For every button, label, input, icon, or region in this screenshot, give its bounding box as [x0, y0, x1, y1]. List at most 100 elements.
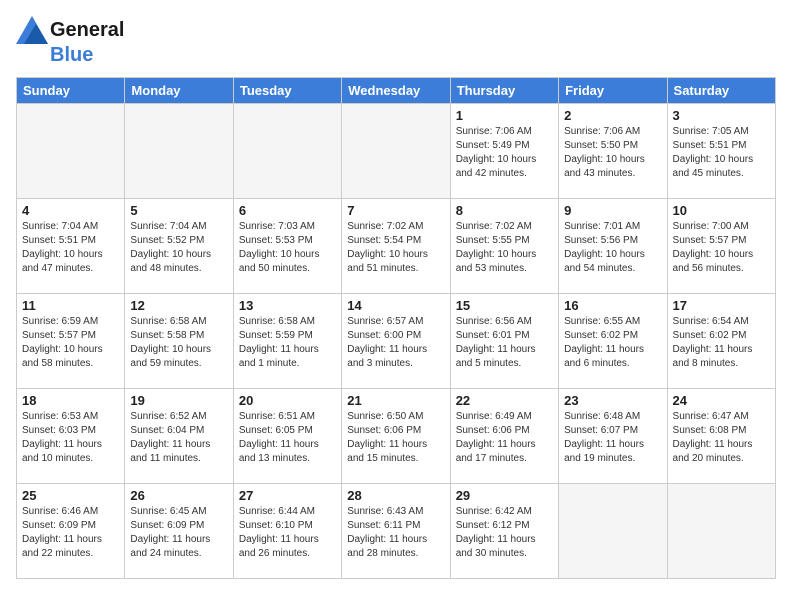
calendar-cell: 14 Sunrise: 6:57 AMSunset: 6:00 PMDayligh…: [342, 294, 450, 389]
calendar-cell: [17, 104, 125, 199]
day-info: Sunrise: 6:48 AMSunset: 6:07 PMDaylight:…: [564, 410, 661, 466]
calendar-cell: 10 Sunrise: 7:00 AMSunset: 5:57 PMDayligh…: [667, 199, 775, 294]
day-number: 10: [673, 203, 770, 218]
day-info: Sunrise: 6:51 AMSunset: 6:05 PMDaylight:…: [239, 410, 336, 466]
day-info: Sunrise: 6:50 AMSunset: 6:06 PMDaylight:…: [347, 410, 444, 466]
calendar-cell: [233, 104, 341, 199]
day-number: 6: [239, 203, 336, 218]
weekday-header: Thursday: [450, 78, 558, 104]
calendar-cell: 1 Sunrise: 7:06 AMSunset: 5:49 PMDaylight…: [450, 104, 558, 199]
calendar-week-row: 18 Sunrise: 6:53 AMSunset: 6:03 PMDayligh…: [17, 389, 776, 484]
calendar-cell: 7Sunrise: 7:02 AMSunset: 5:54 PMDaylight…: [342, 199, 450, 294]
weekday-header: Monday: [125, 78, 233, 104]
weekday-header: Wednesday: [342, 78, 450, 104]
calendar-cell: 12 Sunrise: 6:58 AMSunset: 5:58 PMDayligh…: [125, 294, 233, 389]
day-info: Sunrise: 6:47 AMSunset: 6:08 PMDaylight:…: [673, 410, 770, 466]
weekday-header: Sunday: [17, 78, 125, 104]
day-number: 12: [130, 298, 227, 313]
day-number: 23: [564, 393, 661, 408]
day-info: Sunrise: 7:06 AMSunset: 5:49 PMDaylight:…: [456, 125, 553, 181]
day-info: Sunrise: 6:57 AMSunset: 6:00 PMDaylight:…: [347, 315, 444, 371]
logo-blue: Blue: [50, 44, 93, 67]
day-number: 14: [347, 298, 444, 313]
calendar-week-row: 4 Sunrise: 7:04 AMSunset: 5:51 PMDaylight…: [17, 199, 776, 294]
day-info: Sunrise: 6:52 AMSunset: 6:04 PMDaylight:…: [130, 410, 227, 466]
calendar-cell: 17 Sunrise: 6:54 AMSunset: 6:02 PMDayligh…: [667, 294, 775, 389]
day-info: Sunrise: 6:44 AMSunset: 6:10 PMDaylight:…: [239, 505, 336, 561]
day-info: Sunrise: 7:02 AMSunset: 5:55 PMDaylight:…: [456, 220, 553, 276]
weekday-header: Tuesday: [233, 78, 341, 104]
day-number: 4: [22, 203, 119, 218]
calendar-cell: 16Sunrise: 6:55 AMSunset: 6:02 PMDayligh…: [559, 294, 667, 389]
day-info: Sunrise: 6:54 AMSunset: 6:02 PMDaylight:…: [673, 315, 770, 371]
calendar-cell: [125, 104, 233, 199]
calendar-cell: 27 Sunrise: 6:44 AMSunset: 6:10 PMDayligh…: [233, 484, 341, 579]
calendar-cell: [667, 484, 775, 579]
day-info: Sunrise: 6:46 AMSunset: 6:09 PMDaylight:…: [22, 505, 119, 561]
calendar-cell: 24 Sunrise: 6:47 AMSunset: 6:08 PMDayligh…: [667, 389, 775, 484]
calendar-cell: 25 Sunrise: 6:46 AMSunset: 6:09 PMDayligh…: [17, 484, 125, 579]
day-number: 24: [673, 393, 770, 408]
day-number: 21: [347, 393, 444, 408]
day-number: 1: [456, 108, 553, 123]
logo-name: General: [50, 19, 124, 42]
calendar-cell: 13Sunrise: 6:58 AMSunset: 5:59 PMDayligh…: [233, 294, 341, 389]
day-number: 27: [239, 488, 336, 503]
logo-icon: [16, 16, 48, 44]
day-number: 26: [130, 488, 227, 503]
logo: General Blue: [16, 16, 124, 67]
day-number: 2: [564, 108, 661, 123]
calendar-week-row: 1 Sunrise: 7:06 AMSunset: 5:49 PMDaylight…: [17, 104, 776, 199]
day-info: Sunrise: 7:04 AMSunset: 5:51 PMDaylight:…: [22, 220, 119, 276]
calendar-cell: 23 Sunrise: 6:48 AMSunset: 6:07 PMDayligh…: [559, 389, 667, 484]
calendar-week-row: 25 Sunrise: 6:46 AMSunset: 6:09 PMDayligh…: [17, 484, 776, 579]
calendar-cell: 19Sunrise: 6:52 AMSunset: 6:04 PMDayligh…: [125, 389, 233, 484]
day-info: Sunrise: 6:53 AMSunset: 6:03 PMDaylight:…: [22, 410, 119, 466]
day-number: 8: [456, 203, 553, 218]
day-info: Sunrise: 7:00 AMSunset: 5:57 PMDaylight:…: [673, 220, 770, 276]
calendar-cell: 22 Sunrise: 6:49 AMSunset: 6:06 PMDayligh…: [450, 389, 558, 484]
weekday-header: Saturday: [667, 78, 775, 104]
calendar-cell: 3 Sunrise: 7:05 AMSunset: 5:51 PMDaylight…: [667, 104, 775, 199]
day-number: 22: [456, 393, 553, 408]
calendar-cell: 2 Sunrise: 7:06 AMSunset: 5:50 PMDaylight…: [559, 104, 667, 199]
day-number: 5: [130, 203, 227, 218]
calendar-week-row: 11Sunrise: 6:59 AMSunset: 5:57 PMDayligh…: [17, 294, 776, 389]
day-info: Sunrise: 7:06 AMSunset: 5:50 PMDaylight:…: [564, 125, 661, 181]
day-info: Sunrise: 6:43 AMSunset: 6:11 PMDaylight:…: [347, 505, 444, 561]
day-number: 3: [673, 108, 770, 123]
calendar-cell: 15Sunrise: 6:56 AMSunset: 6:01 PMDayligh…: [450, 294, 558, 389]
calendar-cell: 20Sunrise: 6:51 AMSunset: 6:05 PMDayligh…: [233, 389, 341, 484]
day-number: 29: [456, 488, 553, 503]
calendar-cell: 6Sunrise: 7:03 AMSunset: 5:53 PMDaylight…: [233, 199, 341, 294]
day-info: Sunrise: 6:49 AMSunset: 6:06 PMDaylight:…: [456, 410, 553, 466]
day-info: Sunrise: 7:05 AMSunset: 5:51 PMDaylight:…: [673, 125, 770, 181]
day-info: Sunrise: 6:58 AMSunset: 5:58 PMDaylight:…: [130, 315, 227, 371]
calendar-cell: 18 Sunrise: 6:53 AMSunset: 6:03 PMDayligh…: [17, 389, 125, 484]
day-info: Sunrise: 6:45 AMSunset: 6:09 PMDaylight:…: [130, 505, 227, 561]
calendar-cell: 4 Sunrise: 7:04 AMSunset: 5:51 PMDaylight…: [17, 199, 125, 294]
weekday-header: Friday: [559, 78, 667, 104]
calendar-cell: 28 Sunrise: 6:43 AMSunset: 6:11 PMDayligh…: [342, 484, 450, 579]
calendar-cell: 26 Sunrise: 6:45 AMSunset: 6:09 PMDayligh…: [125, 484, 233, 579]
day-info: Sunrise: 6:58 AMSunset: 5:59 PMDaylight:…: [239, 315, 336, 371]
calendar-cell: [342, 104, 450, 199]
calendar-cell: 8 Sunrise: 7:02 AMSunset: 5:55 PMDaylight…: [450, 199, 558, 294]
day-info: Sunrise: 7:01 AMSunset: 5:56 PMDaylight:…: [564, 220, 661, 276]
day-number: 16: [564, 298, 661, 313]
day-number: 15: [456, 298, 553, 313]
calendar-cell: [559, 484, 667, 579]
calendar-cell: 9Sunrise: 7:01 AMSunset: 5:56 PMDaylight…: [559, 199, 667, 294]
calendar-cell: 29 Sunrise: 6:42 AMSunset: 6:12 PMDayligh…: [450, 484, 558, 579]
calendar-cell: 21 Sunrise: 6:50 AMSunset: 6:06 PMDayligh…: [342, 389, 450, 484]
day-number: 18: [22, 393, 119, 408]
calendar-table: SundayMondayTuesdayWednesdayThursdayFrid…: [16, 77, 776, 579]
day-info: Sunrise: 7:04 AMSunset: 5:52 PMDaylight:…: [130, 220, 227, 276]
calendar-cell: 5 Sunrise: 7:04 AMSunset: 5:52 PMDaylight…: [125, 199, 233, 294]
day-info: Sunrise: 6:59 AMSunset: 5:57 PMDaylight:…: [22, 315, 119, 371]
page-header: General Blue: [16, 16, 776, 67]
day-number: 17: [673, 298, 770, 313]
day-number: 28: [347, 488, 444, 503]
day-number: 25: [22, 488, 119, 503]
day-info: Sunrise: 6:42 AMSunset: 6:12 PMDaylight:…: [456, 505, 553, 561]
